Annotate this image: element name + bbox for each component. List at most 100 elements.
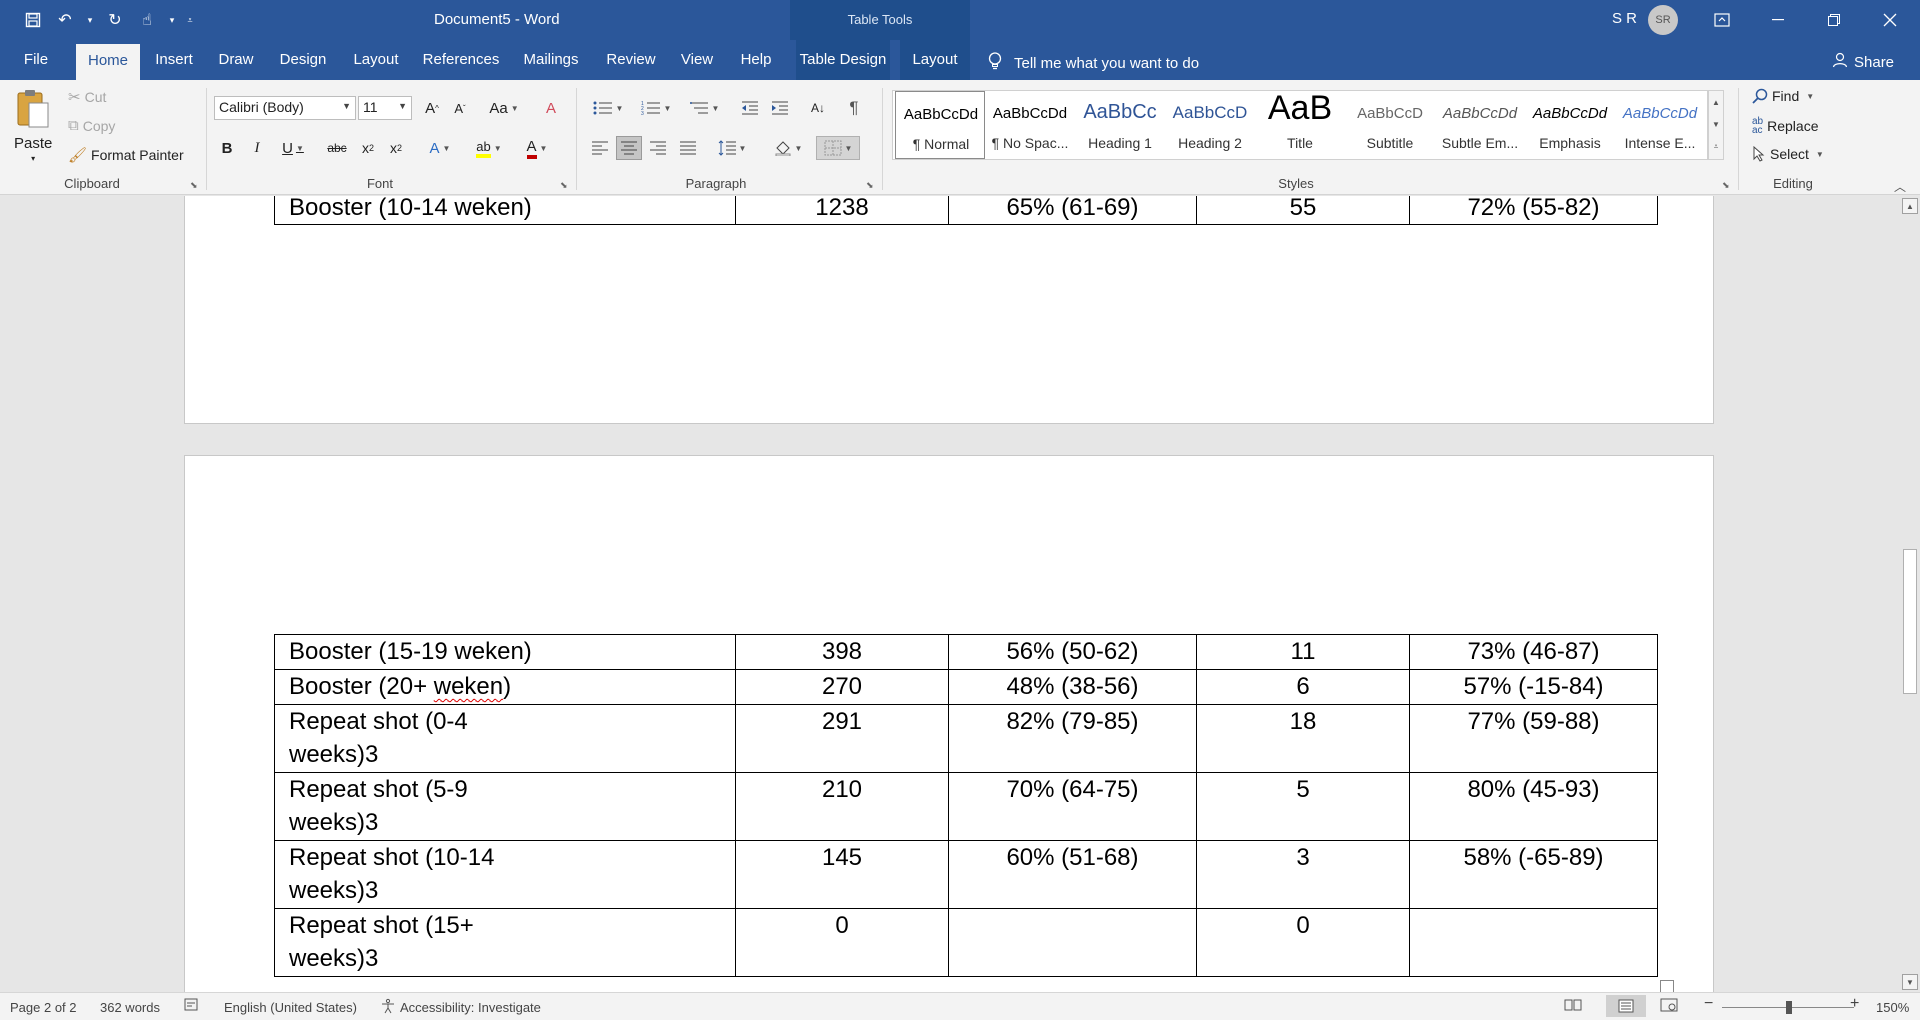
tab-mailings[interactable]: Mailings (516, 40, 586, 80)
collapse-ribbon-icon[interactable]: ︿ (1894, 178, 1906, 195)
spelling-error-word[interactable]: weken (434, 673, 503, 700)
find-button[interactable]: Find ▼ (1752, 88, 1814, 104)
table-cell[interactable]: 291 (735, 704, 949, 773)
customize-qat-icon[interactable]: ⩡ (184, 8, 196, 32)
table-cell[interactable]: 0 (1196, 908, 1410, 977)
tab-file[interactable]: File (14, 40, 58, 80)
style-no-spacing[interactable]: AaBbCcDd ¶ No Spac... (985, 91, 1075, 159)
proofing-icon[interactable] (184, 998, 200, 1015)
style-emphasis[interactable]: AaBbCcDd Emphasis (1525, 91, 1615, 159)
table-row[interactable]: Booster (15-19 weken) 398 56% (50-62) 11… (274, 634, 1658, 670)
redo-icon[interactable]: ↻ (102, 8, 128, 32)
align-right-icon[interactable] (646, 136, 670, 160)
select-button[interactable]: Select ▼ (1752, 146, 1824, 162)
line-spacing-icon[interactable]: ▼ (712, 136, 752, 160)
chevron-down-icon[interactable]: ▼ (1712, 120, 1720, 129)
copy-button[interactable]: ⧉ Copy (68, 117, 115, 134)
vertical-scrollbar[interactable]: ▲ ▼ (1900, 196, 1920, 992)
style-subtle-emphasis[interactable]: AaBbCcDd Subtle Em... (1435, 91, 1525, 159)
web-layout-icon[interactable] (1660, 998, 1678, 1015)
cut-button[interactable]: ✂ Cut (68, 88, 106, 106)
font-launcher-icon[interactable]: ⬊ (560, 180, 568, 191)
table-row[interactable]: Repeat shot (5-9 weeks)3 210 70% (64-75) … (274, 772, 1658, 841)
zoom-slider-thumb[interactable] (1786, 1001, 1792, 1014)
table-cell[interactable]: 55 (1196, 196, 1410, 225)
scrollbar-thumb[interactable] (1903, 549, 1917, 694)
table-cell[interactable]: 1238 (735, 196, 949, 225)
word-count[interactable]: 362 words (100, 1000, 160, 1015)
table-cell[interactable] (948, 908, 1197, 977)
print-layout-icon[interactable] (1606, 995, 1646, 1017)
table-row[interactable]: Booster (20+ weken) 270 48% (38-56) 6 57… (274, 669, 1658, 705)
page-indicator[interactable]: Page 2 of 2 (10, 1000, 77, 1015)
table-cell[interactable]: Repeat shot (15+ weeks)3 (274, 908, 736, 977)
table-cell[interactable]: 72% (55-82) (1409, 196, 1658, 225)
decrease-indent-icon[interactable] (738, 96, 762, 120)
multilevel-list-icon[interactable]: ▼ (684, 96, 724, 120)
read-mode-icon[interactable] (1564, 998, 1582, 1015)
table-cell[interactable]: 398 (735, 634, 949, 670)
table-cell[interactable]: Repeat shot (0-4 weeks)3 (274, 704, 736, 773)
style-normal[interactable]: AaBbCcDd ¶ Normal (895, 91, 985, 159)
avatar[interactable]: SR (1648, 5, 1678, 35)
share-button[interactable]: Share (1832, 52, 1894, 72)
table-cell[interactable]: 145 (735, 840, 949, 909)
underline-icon[interactable]: U ▼ (276, 136, 310, 160)
styles-gallery-scroll[interactable]: ▲ ▼ ⩡ (1708, 90, 1724, 160)
zoom-level[interactable]: 150% (1876, 1000, 1909, 1015)
table-cell[interactable]: 82% (79-85) (948, 704, 1197, 773)
bold-icon[interactable]: B (216, 136, 238, 160)
replace-button[interactable]: ab ac Replace (1752, 117, 1819, 136)
table-cell[interactable]: 77% (59-88) (1409, 704, 1658, 773)
borders-icon[interactable]: ▼ (816, 136, 860, 160)
table-cell[interactable]: 48% (38-56) (948, 669, 1197, 705)
table-cell[interactable]: 56% (50-62) (948, 634, 1197, 670)
zoom-in-icon[interactable]: + (1850, 995, 1859, 1013)
tab-review[interactable]: Review (598, 40, 664, 80)
paragraph-launcher-icon[interactable]: ⬊ (866, 180, 874, 191)
table-row[interactable]: Booster (10-14 weken) 1238 65% (61-69) 5… (274, 196, 1658, 225)
table-cell[interactable]: 0 (735, 908, 949, 977)
table-cell[interactable]: 65% (61-69) (948, 196, 1197, 225)
user-name[interactable]: S R (1612, 10, 1637, 27)
tab-table-design[interactable]: Table Design (796, 40, 890, 80)
grow-font-icon[interactable]: A ^ (420, 96, 444, 120)
align-left-icon[interactable] (588, 136, 612, 160)
bullets-icon[interactable]: ▼ (588, 96, 628, 120)
table-row[interactable]: Repeat shot (15+ weeks)3 0 0 (274, 908, 1658, 977)
document-canvas[interactable]: Booster (10-14 weken) 1238 65% (61-69) 5… (0, 196, 1900, 992)
font-size-combo[interactable]: 11 ▼ (358, 96, 412, 120)
justify-icon[interactable] (676, 136, 700, 160)
table-row[interactable]: Repeat shot (0-4 weeks)3 291 82% (79-85) … (274, 704, 1658, 773)
table-cell[interactable]: 80% (45-93) (1409, 772, 1658, 841)
accessibility-icon[interactable] (380, 998, 396, 1017)
style-subtitle[interactable]: AaBbCcD Subtitle (1345, 91, 1435, 159)
tab-home[interactable]: Home (76, 44, 140, 80)
table-cell[interactable]: 3 (1196, 840, 1410, 909)
touch-mode-icon[interactable]: ☝ (134, 8, 160, 32)
font-color-icon[interactable]: A ▼ (518, 136, 556, 160)
paste-button[interactable]: Paste ▾ (14, 88, 52, 163)
scroll-down-icon[interactable]: ▼ (1902, 974, 1918, 990)
tab-layout[interactable]: Layout (346, 40, 406, 80)
increase-indent-icon[interactable] (768, 96, 792, 120)
table-cell[interactable]: 73% (46-87) (1409, 634, 1658, 670)
table-cell[interactable]: Booster (20+ weken) (274, 669, 736, 705)
table-row[interactable]: Repeat shot (10-14 weeks)3 145 60% (51-68… (274, 840, 1658, 909)
shading-icon[interactable]: ▼ (768, 136, 808, 160)
strikethrough-icon[interactable]: abc (322, 136, 352, 160)
scroll-up-icon[interactable]: ▲ (1902, 198, 1918, 214)
table-cell[interactable]: Booster (15-19 weken) (274, 634, 736, 670)
save-icon[interactable] (20, 8, 46, 32)
show-formatting-marks-icon[interactable]: ¶ (842, 96, 866, 120)
language-indicator[interactable]: English (United States) (224, 1000, 357, 1015)
tab-help[interactable]: Help (730, 40, 782, 80)
tab-design[interactable]: Design (272, 40, 334, 80)
chevron-up-icon[interactable]: ▲ (1712, 98, 1720, 107)
table-cell[interactable]: 58% (-65-89) (1409, 840, 1658, 909)
table-cell[interactable]: 11 (1196, 634, 1410, 670)
undo-icon[interactable]: ↶ (52, 8, 78, 32)
font-name-combo[interactable]: Calibri (Body) ▼ (214, 96, 356, 120)
minimize-icon[interactable] (1750, 0, 1806, 40)
table-cell[interactable]: Booster (10-14 weken) (274, 196, 736, 225)
